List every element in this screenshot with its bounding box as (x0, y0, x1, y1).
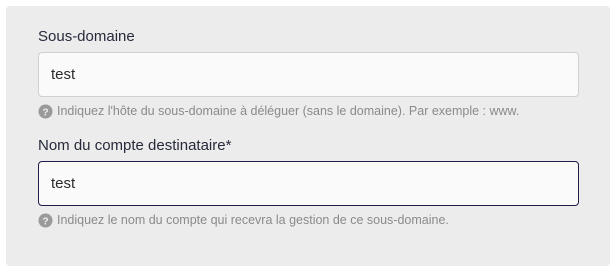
subdomain-label: Sous-domaine (38, 28, 135, 45)
recipient-field-group: Nom du compte destinataire* ? Indiquez l… (38, 137, 579, 228)
subdomain-help-text: Indiquez l'hôte du sous-domaine à délégu… (57, 104, 520, 118)
recipient-label: Nom du compte destinataire* (38, 137, 232, 154)
help-circle-icon: ? (38, 104, 53, 119)
recipient-input[interactable] (38, 161, 579, 206)
subdomain-field-group: Sous-domaine ? Indiquez l'hôte du sous-d… (38, 28, 579, 119)
svg-text:?: ? (42, 107, 48, 118)
subdomain-input[interactable] (38, 52, 579, 97)
help-circle-icon: ? (38, 213, 53, 228)
subdomain-help: ? Indiquez l'hôte du sous-domaine à délé… (38, 104, 579, 119)
recipient-help-text: Indiquez le nom du compte qui recevra la… (57, 213, 449, 227)
recipient-help: ? Indiquez le nom du compte qui recevra … (38, 213, 579, 228)
svg-text:?: ? (42, 216, 48, 227)
form-panel: Sous-domaine ? Indiquez l'hôte du sous-d… (6, 6, 610, 266)
